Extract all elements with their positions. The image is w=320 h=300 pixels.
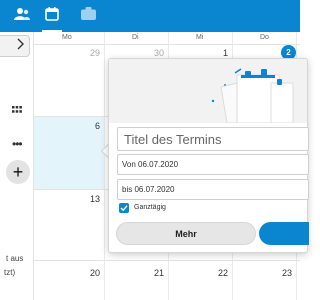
day-number[interactable]: 13 xyxy=(80,194,100,204)
weekday-header-mi: Mi xyxy=(196,34,204,41)
weekday-header-di: Di xyxy=(132,34,139,41)
grid-line xyxy=(34,44,300,45)
day-number[interactable]: 22 xyxy=(208,268,228,278)
people-icon xyxy=(14,7,30,26)
add-button[interactable]: + xyxy=(6,160,30,184)
collapse-sidebar-button[interactable] xyxy=(0,35,30,57)
weekday-header-do: Do xyxy=(260,34,269,41)
day-number[interactable]: 29 xyxy=(80,48,100,58)
event-title-input[interactable] xyxy=(117,127,309,151)
allday-checkbox[interactable] xyxy=(119,203,129,213)
new-event-popover: Von 06.07.2020 bis 06.07.2020 Ganztägig … xyxy=(108,58,309,253)
start-date-field[interactable]: Von 06.07.2020 xyxy=(117,154,309,175)
save-button[interactable] xyxy=(259,222,309,245)
app-bar xyxy=(0,0,300,32)
end-date-field[interactable]: bis 06.07.2020 xyxy=(117,179,309,200)
sidebar-note-line2: tzt) xyxy=(4,268,16,277)
checkmark-icon xyxy=(120,199,128,217)
popover-header xyxy=(109,59,307,123)
day-number[interactable]: 1 xyxy=(208,48,228,58)
day-number[interactable]: 20 xyxy=(80,268,100,278)
grid-view-icon[interactable] xyxy=(12,100,22,113)
day-number[interactable]: 23 xyxy=(272,268,292,278)
calendar-icon xyxy=(45,6,59,26)
day-number[interactable]: 21 xyxy=(144,268,164,278)
more-button[interactable]: Mehr xyxy=(116,222,256,245)
day-number[interactable]: 6 xyxy=(80,121,100,131)
more-options-icon[interactable]: ••• xyxy=(12,138,23,150)
day-number[interactable]: 30 xyxy=(144,48,164,58)
sidebar: ••• + t aus tzt) xyxy=(0,32,34,300)
sidebar-note: t aus tzt) xyxy=(0,252,23,280)
chevron-right-icon xyxy=(17,37,24,55)
sidebar-note-line1: t aus xyxy=(6,254,24,263)
tasks-app-button[interactable] xyxy=(72,0,104,32)
contacts-app-button[interactable] xyxy=(6,0,38,32)
calendar-app-button[interactable] xyxy=(36,0,68,32)
grid-line xyxy=(104,32,105,300)
calendar-illustration-icon xyxy=(109,68,307,123)
allday-label: Ganztägig xyxy=(134,204,166,211)
briefcase-icon xyxy=(80,7,96,25)
weekday-header-mo: Mo xyxy=(62,34,72,41)
grid-line xyxy=(34,260,300,261)
